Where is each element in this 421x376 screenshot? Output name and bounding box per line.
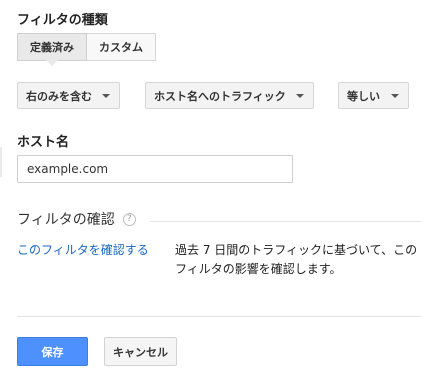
section-divider [150, 221, 421, 222]
custom-option[interactable]: カスタム [87, 33, 156, 61]
verify-heading: フィルタの確認 ? [17, 209, 136, 229]
chevron-down-icon [391, 94, 399, 98]
predefined-option[interactable]: 定義済み [17, 33, 87, 66]
field-focus-rail [0, 147, 2, 177]
filter-type-heading: フィルタの種類 [17, 13, 108, 28]
verify-heading-text: フィルタの確認 [17, 212, 115, 228]
operator-dropdown-label: 右のみを含む [26, 89, 92, 103]
verify-filter-link[interactable]: このフィルタを確認する [17, 241, 149, 258]
source-dropdown[interactable]: ホスト名へのトラフィック [145, 82, 314, 109]
match-dropdown[interactable]: 等しい [338, 82, 409, 109]
operator-dropdown[interactable]: 右のみを含む [17, 82, 120, 109]
hostname-input[interactable] [17, 155, 293, 183]
filter-editor: フィルタの種類 定義済み カスタム 右のみを含む ホスト名へのトラフィック 等し… [0, 0, 421, 376]
save-button[interactable]: 保存 [17, 337, 88, 366]
footer-divider [17, 316, 421, 317]
source-dropdown-label: ホスト名へのトラフィック [154, 89, 286, 103]
match-dropdown-label: 等しい [347, 89, 380, 103]
filter-type-toggle: 定義済み カスタム [17, 33, 156, 66]
cancel-button[interactable]: キャンセル [104, 337, 177, 366]
chevron-down-icon [102, 94, 110, 98]
hostname-label: ホスト名 [17, 135, 70, 150]
verify-description: 過去 7 日間のトラフィックに基づいて、この フィルタの影響を確認します。 [175, 243, 418, 276]
chevron-down-icon [296, 94, 304, 98]
help-icon[interactable]: ? [122, 212, 136, 226]
